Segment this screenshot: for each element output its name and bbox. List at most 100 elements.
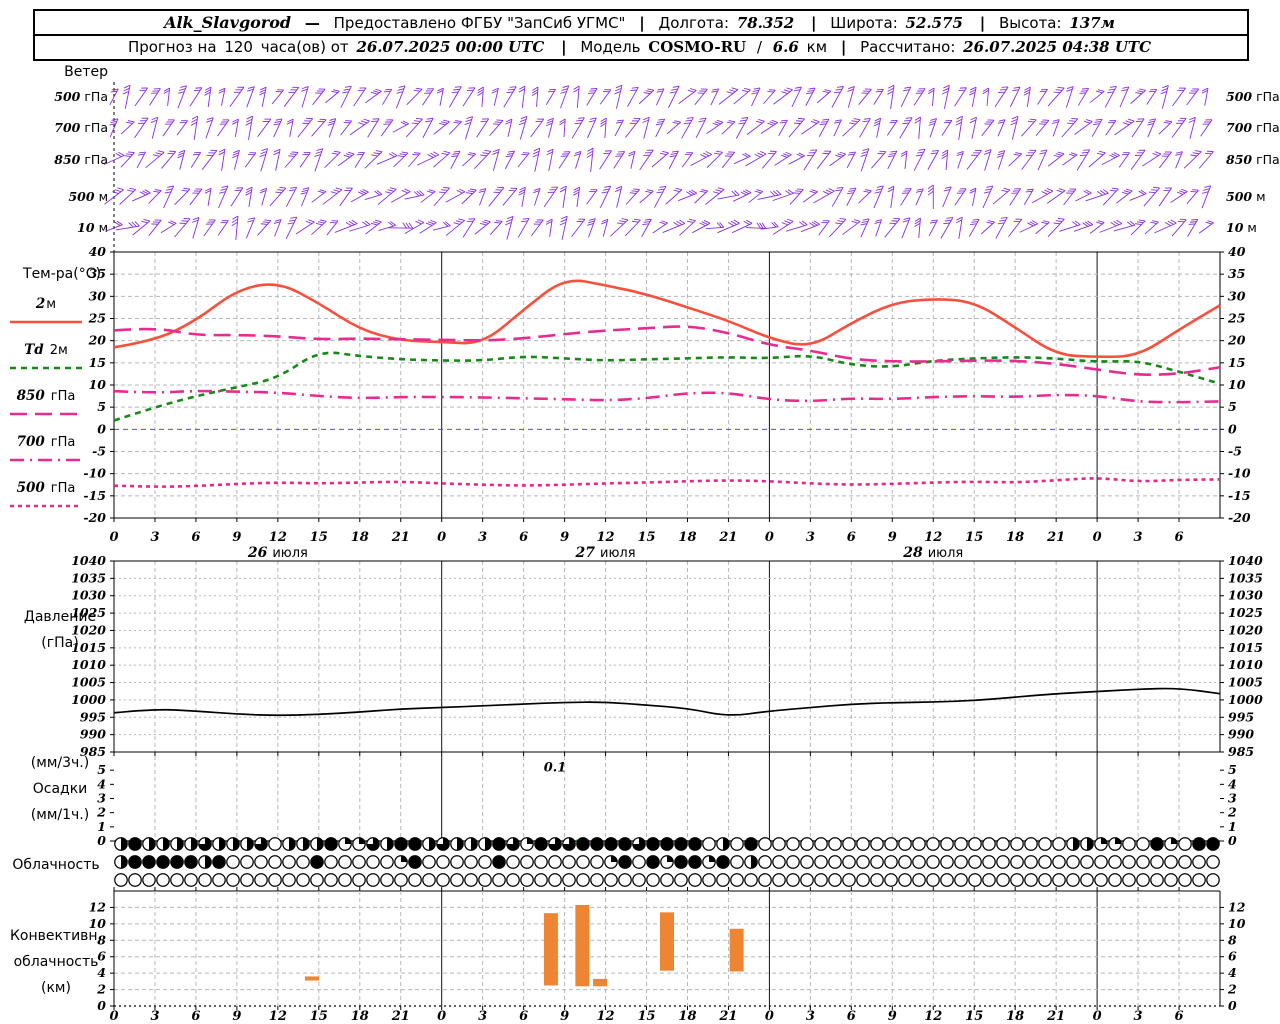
wind-barb-feather xyxy=(1150,221,1157,225)
wind-barb-feather xyxy=(589,90,596,92)
cloud-cover-icon xyxy=(1024,873,1038,887)
wind-barb-feather xyxy=(771,119,778,123)
hour-tick-label: 12 xyxy=(269,1009,287,1024)
cloud-cover-icon xyxy=(492,873,506,887)
cloud-cover-icon xyxy=(282,873,296,887)
pressure-axis-label-left: 1000 xyxy=(71,692,106,707)
wind-barb-feather xyxy=(1167,220,1174,225)
wind-barb-feather xyxy=(451,91,459,94)
temp-axis-label-right: -10 xyxy=(1228,466,1251,481)
wind-barb-feather xyxy=(712,191,720,194)
hour-tick-label: 15 xyxy=(637,1009,655,1024)
cloud-cover-icon xyxy=(1192,855,1206,869)
wind-barb-feather xyxy=(671,88,678,91)
wind-barb-feather xyxy=(714,152,721,155)
wind-barb-feather xyxy=(783,89,791,93)
hour-tick-label: 3 xyxy=(806,1009,815,1024)
cloud-cover-fill xyxy=(751,855,758,869)
wind-barb-feather xyxy=(616,222,624,225)
cloud-cover-icon xyxy=(870,873,884,887)
wind-barb-feather xyxy=(741,89,749,93)
cloud-cover-icon xyxy=(772,855,786,869)
wind-barb-feather xyxy=(687,89,695,93)
wind-barb-feather xyxy=(288,155,295,157)
wind-barb-feather xyxy=(452,153,459,155)
convective-axis-label-right: 0 xyxy=(1228,998,1237,1013)
wind-barb-feather xyxy=(731,87,739,91)
wind-barb-feather xyxy=(863,190,870,193)
wind-barb-feather xyxy=(726,91,734,94)
wind-barb-feather xyxy=(1191,218,1198,221)
hour-tick-label: 0 xyxy=(437,1009,446,1024)
wind-barb-feather xyxy=(482,221,489,224)
hour-tick-label: 9 xyxy=(560,530,569,545)
wind-barb-feather xyxy=(1096,152,1104,156)
cloud-cover-icon xyxy=(674,837,688,851)
wind-barb-feather xyxy=(305,220,313,225)
cloud-cover-icon xyxy=(240,855,254,869)
wind-barb-feather xyxy=(401,151,409,154)
cloud-cover-icon xyxy=(1150,855,1164,869)
convective-panel: 0 02 24 46 68 810 1012 120 3 6 9 12 15 18 21 0 3 6 9 12 15 18… xyxy=(89,891,1246,1024)
wind-barb-feather xyxy=(716,150,723,153)
hour-tick-label: 0 xyxy=(765,530,774,545)
wind-barb-feather xyxy=(643,221,651,223)
wind-barb-feather xyxy=(699,117,707,120)
cloud-cover-icon xyxy=(604,837,618,851)
wind-barb-feather xyxy=(929,221,937,224)
wind-barb-feather xyxy=(411,122,419,125)
temperature-panel: -20 -20-15 -15-10 -10-5 -50 05 510 1015 1520 2025… xyxy=(10,244,1251,561)
wind-barb-feather xyxy=(587,92,595,94)
wind-barb-feather xyxy=(399,153,407,156)
separator: | xyxy=(639,14,645,32)
wind-barb-feather xyxy=(1095,90,1103,94)
separator: | xyxy=(979,14,986,32)
wind-barb-feather xyxy=(480,222,487,226)
cloud-cover-fill xyxy=(205,855,212,869)
wind-barb-feather xyxy=(1135,91,1142,95)
cloud-cover-fill xyxy=(219,837,226,851)
wind-barb-feather xyxy=(412,153,419,156)
wind-barb-feather xyxy=(811,189,818,193)
wind-barb-feather xyxy=(319,118,327,121)
cloud-cover-icon xyxy=(884,873,898,887)
cloud-cover-fill xyxy=(1115,837,1122,844)
hour-tick-label: 9 xyxy=(888,1009,897,1024)
cloud-cover-fill xyxy=(387,837,394,851)
pressure-unit-label: (гПа) xyxy=(41,635,79,651)
wind-barb-feather xyxy=(932,149,939,152)
cloud-cover-icon xyxy=(254,855,268,869)
wind-level-label: 10 м xyxy=(1226,220,1257,235)
wind-barb-feather xyxy=(413,152,421,154)
altitude-label: Высота: xyxy=(999,14,1062,32)
legend-t850-value: 850 xyxy=(16,388,45,404)
wind-barb-feather xyxy=(847,153,855,156)
cloud-cover-icon xyxy=(590,837,604,851)
wind-barb-feather xyxy=(441,152,448,156)
cloud-cover-icon xyxy=(660,873,674,887)
wind-barb-feather xyxy=(343,154,351,158)
wind-barb-feather xyxy=(1043,220,1050,223)
convective-label-2: облачность xyxy=(13,954,99,970)
cloud-cover-icon xyxy=(240,873,254,887)
hour-tick-label: 3 xyxy=(478,530,487,545)
wind-barb-feather xyxy=(218,151,225,156)
cloud-cover-icon xyxy=(296,855,310,869)
precip-3h-label: (мм/3ч.) xyxy=(30,755,90,771)
model-label: Модель xyxy=(580,38,641,56)
wind-barb-feather xyxy=(401,189,409,194)
cloud-cover-icon xyxy=(310,873,324,887)
cloud-cover-icon xyxy=(1206,855,1220,869)
wind-barb-feather xyxy=(670,152,678,155)
meteogram-chart: 500 гПа 500 гПа 700 гПа 700 гПа 850 гПа 850 гПа 500 м… xyxy=(0,0,1280,1024)
cloud-cover-icon xyxy=(828,837,842,851)
wind-barb-feather xyxy=(754,190,762,194)
cloud-cover-icon xyxy=(618,855,632,869)
precip-axis-label-right: 0 xyxy=(1228,833,1237,848)
calc-label: Рассчитано: xyxy=(860,38,956,56)
cloud-cover-fill xyxy=(359,837,366,844)
wind-barb-feather xyxy=(469,152,476,155)
cloud-cover-icon xyxy=(1052,873,1066,887)
temp-axis-label-right: 10 xyxy=(1228,377,1246,392)
wind-barb-feather xyxy=(619,220,626,223)
